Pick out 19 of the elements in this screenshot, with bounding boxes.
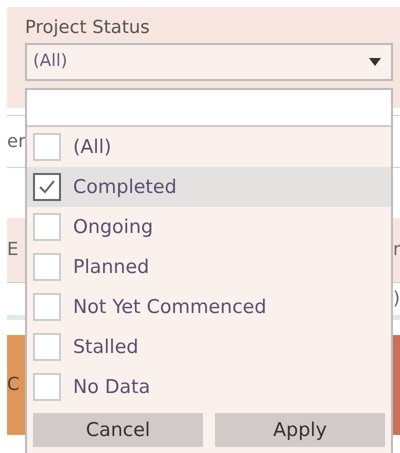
filter-option[interactable]: Planned [27, 247, 391, 287]
background-text: E [7, 239, 20, 261]
checkbox[interactable] [33, 173, 61, 201]
check-icon [39, 180, 55, 194]
background-text: ) [393, 288, 400, 310]
filter-option[interactable]: Completed [27, 167, 391, 207]
status-dropdown[interactable]: (All) [25, 42, 393, 81]
filter-option[interactable]: Not Yet Commenced [27, 287, 391, 327]
filter-option[interactable]: (All) [27, 127, 391, 167]
dropdown-arrow-icon [369, 58, 381, 66]
cancel-button[interactable]: Cancel [33, 413, 203, 447]
filter-option[interactable]: Stalled [27, 327, 391, 367]
filter-option[interactable]: Ongoing [27, 207, 391, 247]
filter-title: Project Status [25, 17, 151, 39]
apply-button[interactable]: Apply [215, 413, 385, 447]
dropdown-value: (All) [33, 50, 68, 73]
search-field[interactable] [27, 90, 391, 127]
background-text: C [7, 374, 21, 396]
filter-option[interactable]: No Data [27, 367, 391, 407]
